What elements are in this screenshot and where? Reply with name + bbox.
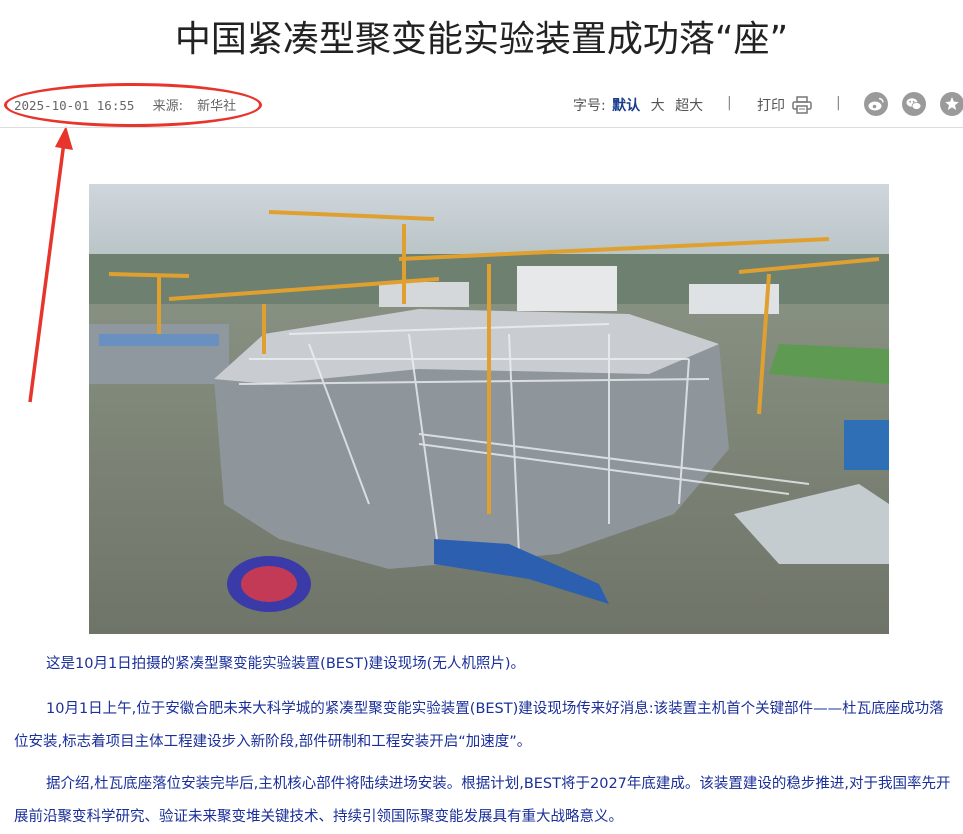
annotation-arrow <box>28 126 73 403</box>
print-button[interactable]: 打印 <box>757 95 785 115</box>
wechat-icon[interactable] <box>902 92 926 116</box>
article-title: 中国紧凑型聚变能实验装置成功落“座” <box>174 19 789 60</box>
font-size-label: 字号: <box>573 98 606 114</box>
font-size-default[interactable]: 默认 <box>612 95 640 115</box>
body-paragraph-2: 据介绍,杜瓦底座落位安装完毕后,主机核心部件将陆续进场安装。根据计划,BEST将… <box>14 776 951 825</box>
toolbar-separator: | <box>727 95 732 111</box>
construction-site-photo <box>89 184 889 634</box>
photo-caption: 这是10月1日拍摄的紧凑型聚变能实验装置(BEST)建设现场(无人机照片)。 <box>46 656 525 672</box>
font-size-large[interactable]: 大 <box>651 95 665 115</box>
header-divider <box>0 127 963 128</box>
font-size-xl[interactable]: 超大 <box>675 95 703 115</box>
weibo-icon[interactable] <box>864 92 888 116</box>
body-paragraph-1: 10月1日上午,位于安徽合肥未来大科学城的紧凑型聚变能实验装置(BEST)建设现… <box>14 701 944 750</box>
printer-icon[interactable] <box>792 96 812 114</box>
favorite-icon[interactable] <box>940 92 963 116</box>
font-size-toolbar: 字号: 默认 大 超大 <box>573 95 703 115</box>
toolbar-separator: | <box>836 95 841 111</box>
